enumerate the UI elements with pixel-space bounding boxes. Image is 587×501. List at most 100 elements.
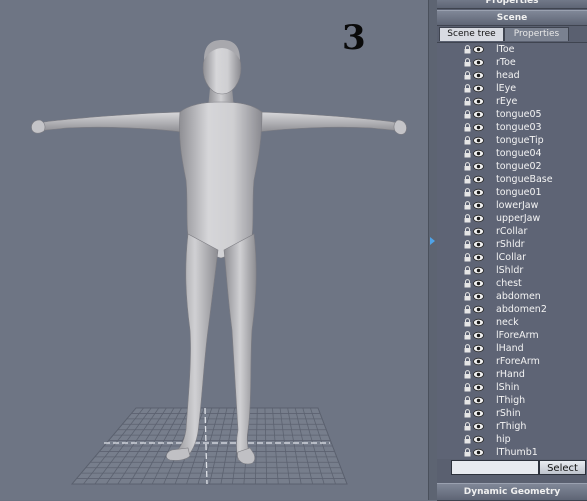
tree-item[interactable]: tongue02 — [437, 160, 587, 173]
tree-item[interactable]: head — [437, 69, 587, 82]
eye-icon[interactable] — [473, 305, 484, 314]
lock-icon[interactable] — [464, 188, 471, 197]
lock-icon[interactable] — [464, 279, 471, 288]
collapse-arrow-icon[interactable] — [430, 237, 435, 245]
eye-icon[interactable] — [473, 45, 484, 54]
lock-icon[interactable] — [464, 136, 471, 145]
eye-icon[interactable] — [473, 162, 484, 171]
tree-item[interactable]: rToe — [437, 56, 587, 69]
search-input[interactable] — [451, 460, 539, 475]
eye-icon[interactable] — [473, 279, 484, 288]
tree-item[interactable]: rShldr — [437, 238, 587, 251]
select-button[interactable]: Select — [539, 460, 586, 475]
lock-icon[interactable] — [464, 448, 471, 457]
dynamic-geometry-header[interactable]: Dynamic Geometry — [437, 483, 587, 501]
lock-icon[interactable] — [464, 214, 471, 223]
tree-item[interactable]: upperJaw — [437, 212, 587, 225]
eye-icon[interactable] — [473, 175, 484, 184]
eye-icon[interactable] — [473, 123, 484, 132]
lock-icon[interactable] — [464, 383, 471, 392]
tree-item[interactable]: rForeArm — [437, 355, 587, 368]
eye-icon[interactable] — [473, 448, 484, 457]
lock-icon[interactable] — [464, 71, 471, 80]
lock-icon[interactable] — [464, 435, 471, 444]
eye-icon[interactable] — [473, 357, 484, 366]
tree-item[interactable]: tongue04 — [437, 147, 587, 160]
lock-icon[interactable] — [464, 396, 471, 405]
eye-icon[interactable] — [473, 71, 484, 80]
eye-icon[interactable] — [473, 331, 484, 340]
lock-icon[interactable] — [464, 409, 471, 418]
tree-item[interactable]: lEye — [437, 82, 587, 95]
tree-item[interactable]: abdomen — [437, 290, 587, 303]
lock-icon[interactable] — [464, 292, 471, 301]
tree-item[interactable]: lForeArm — [437, 329, 587, 342]
eye-icon[interactable] — [473, 136, 484, 145]
lock-icon[interactable] — [464, 58, 471, 67]
eye-icon[interactable] — [473, 409, 484, 418]
eye-icon[interactable] — [473, 201, 484, 210]
eye-icon[interactable] — [473, 383, 484, 392]
tab-scene-tree[interactable]: Scene tree — [439, 27, 504, 41]
lock-icon[interactable] — [464, 201, 471, 210]
tree-item[interactable]: tongue05 — [437, 108, 587, 121]
tree-item[interactable]: hip — [437, 433, 587, 446]
scene-tree-list[interactable]: lToe rToe head lEye rEye tongue05 tongue03 tong… — [437, 42, 587, 459]
eye-icon[interactable] — [473, 110, 484, 119]
lock-icon[interactable] — [464, 344, 471, 353]
eye-icon[interactable] — [473, 435, 484, 444]
lock-icon[interactable] — [464, 357, 471, 366]
human-figure[interactable] — [31, 40, 407, 465]
lock-icon[interactable] — [464, 149, 471, 158]
scene-header[interactable]: Scene — [437, 10, 587, 26]
tree-item[interactable]: tongue03 — [437, 121, 587, 134]
lock-icon[interactable] — [464, 162, 471, 171]
tree-item[interactable]: tongueTip — [437, 134, 587, 147]
lock-icon[interactable] — [464, 45, 471, 54]
3d-viewport[interactable]: 3 — [0, 0, 428, 500]
lock-icon[interactable] — [464, 240, 471, 249]
tree-item[interactable]: rThigh — [437, 420, 587, 433]
tree-item[interactable]: lThigh — [437, 394, 587, 407]
lock-icon[interactable] — [464, 227, 471, 236]
tree-item[interactable]: lowerJaw — [437, 199, 587, 212]
tree-item[interactable]: lShin — [437, 381, 587, 394]
eye-icon[interactable] — [473, 396, 484, 405]
lock-icon[interactable] — [464, 253, 471, 262]
eye-icon[interactable] — [473, 266, 484, 275]
lock-icon[interactable] — [464, 318, 471, 327]
tree-item[interactable]: neck — [437, 316, 587, 329]
tree-item[interactable]: tongue01 — [437, 186, 587, 199]
tree-item[interactable]: rCollar — [437, 225, 587, 238]
eye-icon[interactable] — [473, 97, 484, 106]
eye-icon[interactable] — [473, 58, 484, 67]
tree-item[interactable]: lCollar — [437, 251, 587, 264]
tree-item[interactable]: rShin — [437, 407, 587, 420]
tree-item[interactable]: lToe — [437, 43, 587, 56]
tree-item[interactable]: tongueBase — [437, 173, 587, 186]
tree-item[interactable]: rHand — [437, 368, 587, 381]
tab-properties[interactable]: Properties — [504, 27, 569, 41]
lock-icon[interactable] — [464, 123, 471, 132]
tree-item[interactable]: lShldr — [437, 264, 587, 277]
eye-icon[interactable] — [473, 253, 484, 262]
eye-icon[interactable] — [473, 214, 484, 223]
tree-item[interactable]: lHand — [437, 342, 587, 355]
eye-icon[interactable] — [473, 84, 484, 93]
tree-item[interactable]: rEye — [437, 95, 587, 108]
lock-icon[interactable] — [464, 175, 471, 184]
lock-icon[interactable] — [464, 84, 471, 93]
tree-item[interactable]: abdomen2 — [437, 303, 587, 316]
eye-icon[interactable] — [473, 370, 484, 379]
eye-icon[interactable] — [473, 292, 484, 301]
lock-icon[interactable] — [464, 305, 471, 314]
properties-header[interactable]: Properties — [437, 0, 587, 9]
lock-icon[interactable] — [464, 266, 471, 275]
eye-icon[interactable] — [473, 318, 484, 327]
eye-icon[interactable] — [473, 149, 484, 158]
lock-icon[interactable] — [464, 370, 471, 379]
lock-icon[interactable] — [464, 97, 471, 106]
tree-item[interactable]: lThumb1 — [437, 446, 587, 459]
eye-icon[interactable] — [473, 240, 484, 249]
eye-icon[interactable] — [473, 188, 484, 197]
